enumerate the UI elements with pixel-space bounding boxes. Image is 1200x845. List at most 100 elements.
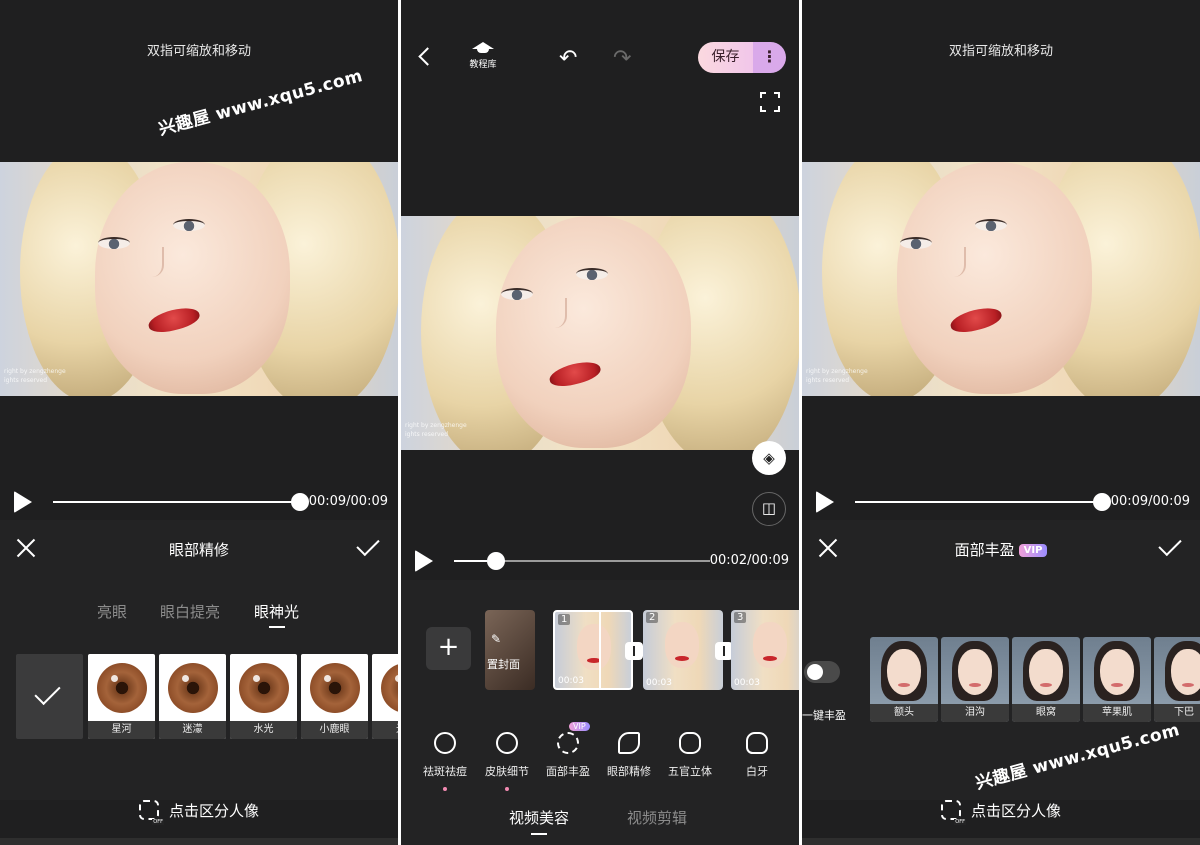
save-button[interactable]: 保存 — [698, 42, 753, 73]
skin-detail-icon — [496, 732, 518, 754]
segment-portrait-button[interactable]: 点击区分人像 — [802, 800, 1200, 832]
photo-credit: right by zengzhenge ights reserved — [4, 368, 66, 384]
video-player-bar: 00:09/00:09 — [0, 487, 398, 517]
zoom-hint: 双指可缩放和移动 — [146, 44, 251, 59]
chevron-left-icon[interactable] — [418, 47, 437, 66]
option-item[interactable]: 星河 — [88, 654, 155, 739]
subtab-eye-white[interactable]: 眼白提亮 — [160, 601, 220, 622]
clip-number: 2 — [646, 612, 659, 623]
clip-duration: 00:03 — [558, 676, 584, 686]
set-cover-button[interactable]: ✎ 置封面 — [485, 610, 535, 690]
tool-label: 面部丰盈 — [546, 765, 590, 778]
redo-icon[interactable]: ↷ — [613, 46, 631, 71]
tab-video-edit[interactable]: 视频剪辑 — [627, 807, 687, 828]
portrait-image[interactable]: right by zengzhenge ights reserved — [401, 216, 799, 450]
time-display: 00:02/00:09 — [709, 553, 789, 568]
bottom-strip — [0, 838, 398, 845]
clip-thumbnail[interactable]: 1 00:03 — [553, 610, 633, 690]
option-none[interactable] — [16, 654, 83, 739]
panel-title-text: 面部丰盈 — [954, 541, 1015, 559]
pencil-icon: ✎ — [491, 632, 502, 646]
option-label: 小鹿眼 — [301, 721, 368, 739]
option-item[interactable]: 下巴 — [1154, 637, 1200, 722]
transition-icon[interactable] — [625, 642, 643, 660]
option-item[interactable]: 额头 — [870, 637, 938, 722]
iris-thumbnail — [239, 663, 289, 713]
option-label: 泪沟 — [941, 704, 1009, 722]
tutorial-button[interactable]: 教程库 — [463, 42, 503, 70]
video-beauty-panel: 教程库 ↶ ↷ 保存 ⋮ right by zengzhenge ights re… — [401, 0, 799, 845]
edit-header: 面部丰盈 VIP — [802, 520, 1200, 576]
vip-badge: VIP — [1018, 544, 1048, 557]
play-icon[interactable] — [14, 491, 32, 513]
option-item[interactable]: 小鹿眼 — [301, 654, 368, 739]
eye-icon — [618, 732, 640, 754]
tool-skin-detail[interactable]: 皮肤细节 — [476, 732, 538, 791]
blemish-icon — [434, 732, 456, 754]
clip-thumbnail[interactable]: 2 00:03 — [643, 610, 723, 690]
option-item[interactable]: 迷濛 — [159, 654, 226, 739]
segment-portrait-label: 点击区分人像 — [168, 802, 259, 820]
video-player-bar: 00:02/00:09 — [401, 546, 799, 576]
tool-blemish[interactable]: 祛斑祛痘 — [414, 732, 476, 791]
face-fill-panel: 双指可缩放和移动 right by zengzhenge ights reserv… — [802, 0, 1200, 845]
tool-whiten-teeth[interactable]: 白牙 — [726, 732, 788, 779]
add-clip-button[interactable]: + — [426, 627, 471, 670]
photo-credit: right by zengzhenge ights reserved — [405, 422, 467, 438]
option-label: 苹果肌 — [1083, 704, 1151, 722]
option-item[interactable]: 泪沟 — [941, 637, 1009, 722]
clip-duration: 00:03 — [646, 678, 672, 688]
portrait-image[interactable]: right by zengzhenge ights reserved — [0, 162, 398, 396]
subtab-eye-light[interactable]: 眼神光 — [254, 601, 299, 628]
iris-thumbnail — [381, 663, 398, 713]
confirm-icon[interactable] — [358, 536, 384, 556]
option-item[interactable]: 光 — [372, 654, 398, 739]
progress-track[interactable] — [855, 501, 1102, 503]
progress-fill — [454, 560, 488, 562]
subtab-bright-eye[interactable]: 亮眼 — [97, 601, 127, 622]
segment-portrait-button[interactable]: 点击区分人像 — [0, 800, 398, 832]
cover-label: 置封面 — [487, 658, 520, 671]
progress-track[interactable] — [53, 501, 300, 503]
face-fill-icon — [557, 732, 579, 754]
tool-face-fill[interactable]: VIP 面部丰盈 — [537, 722, 599, 779]
tooth-icon — [746, 732, 768, 754]
option-item[interactable]: 苹果肌 — [1083, 637, 1151, 722]
play-icon[interactable] — [415, 550, 433, 572]
progress-knob[interactable] — [487, 552, 505, 570]
video-player-bar: 00:09/00:09 — [802, 487, 1200, 517]
tool-label: 皮肤细节 — [485, 765, 529, 778]
option-item[interactable]: 水光 — [230, 654, 297, 739]
option-item[interactable]: 眼窝 — [1012, 637, 1080, 722]
more-options-icon[interactable]: ⋮ — [753, 42, 786, 73]
panel-title: 面部丰盈 VIP — [802, 539, 1200, 560]
undo-icon[interactable]: ↶ — [559, 46, 577, 71]
tool-features-3d[interactable]: 五官立体 — [659, 732, 721, 779]
clip-number: 3 — [734, 612, 747, 623]
segment-portrait-label: 点击区分人像 — [970, 802, 1061, 820]
option-label: 星河 — [88, 721, 155, 739]
tutorial-label: 教程库 — [469, 60, 497, 70]
portrait-image[interactable]: right by zengzhenge ights reserved — [802, 162, 1200, 396]
time-display: 00:09/00:09 — [308, 494, 388, 509]
confirm-icon[interactable] — [1160, 536, 1186, 556]
compare-icon[interactable]: ◫ — [752, 492, 786, 526]
clip-thumbnail[interactable]: 3 00:03 — [731, 610, 799, 690]
fullscreen-icon[interactable] — [760, 92, 780, 112]
toggle-label: 一键丰盈 — [802, 709, 846, 722]
option-label: 水光 — [230, 721, 297, 739]
edit-header: 眼部精修 — [0, 520, 398, 576]
panel-title: 眼部精修 — [168, 541, 229, 559]
progress-knob[interactable] — [1093, 493, 1111, 511]
one-key-fill-toggle[interactable] — [804, 661, 840, 683]
iris-thumbnail — [310, 663, 360, 713]
tool-label: 祛斑祛痘 — [423, 765, 467, 778]
play-icon[interactable] — [816, 491, 834, 513]
tab-video-beauty[interactable]: 视频美容 — [509, 807, 569, 835]
eye-refine-panel: 双指可缩放和移动 兴趣屋 www.xqu5.com right by zengz… — [0, 0, 398, 845]
progress-knob[interactable] — [291, 493, 309, 511]
graduation-cap-icon — [472, 42, 494, 53]
tool-eye-refine[interactable]: 眼部精修 — [598, 732, 660, 779]
option-label: 眼窝 — [1012, 704, 1080, 722]
layers-icon[interactable]: ◈ — [752, 441, 786, 475]
